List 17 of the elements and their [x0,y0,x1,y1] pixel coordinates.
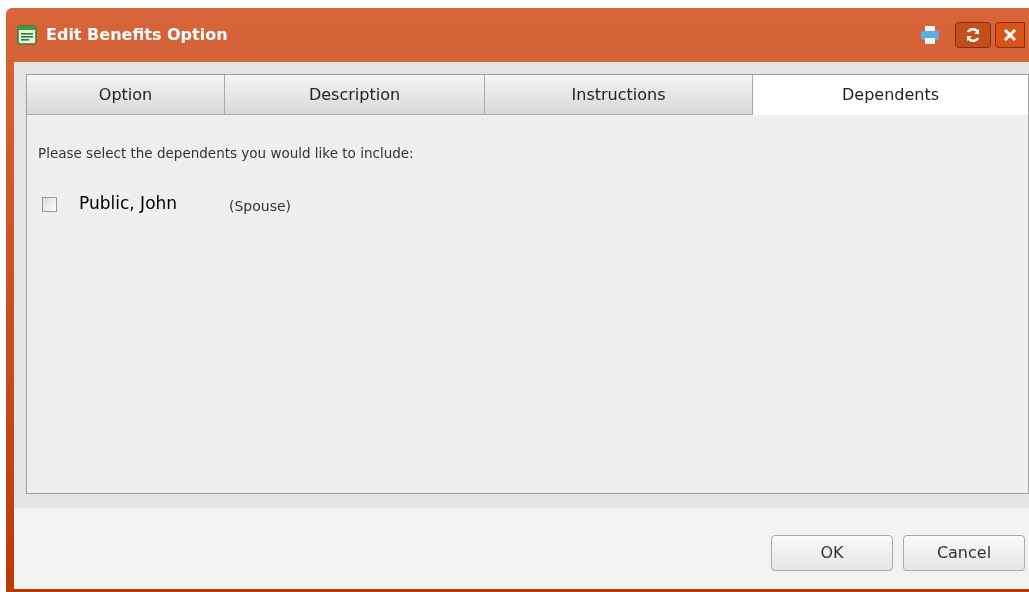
checkbox[interactable] [42,196,57,212]
form-icon [17,25,37,45]
relation-label: (Spouse) [229,196,292,216]
tab[interactable]: Description [225,75,485,115]
window-title: Edit Benefits Option [46,24,228,46]
tab[interactable]: Option [27,75,225,115]
close-icon [1003,28,1017,42]
tab[interactable]: Dependents [753,75,1028,115]
dependent-name: Public, John [79,192,179,216]
close-button[interactable] [995,22,1025,48]
instruction-text: Please select the dependents you would like to include: [38,144,415,163]
refresh-icon [965,27,981,43]
refresh-button[interactable] [955,22,991,48]
dialog-button[interactable]: Cancel [903,534,1025,571]
dialog-button[interactable]: OK [771,534,893,571]
print-icon[interactable] [919,24,941,46]
tab[interactable]: Instructions [485,75,753,115]
